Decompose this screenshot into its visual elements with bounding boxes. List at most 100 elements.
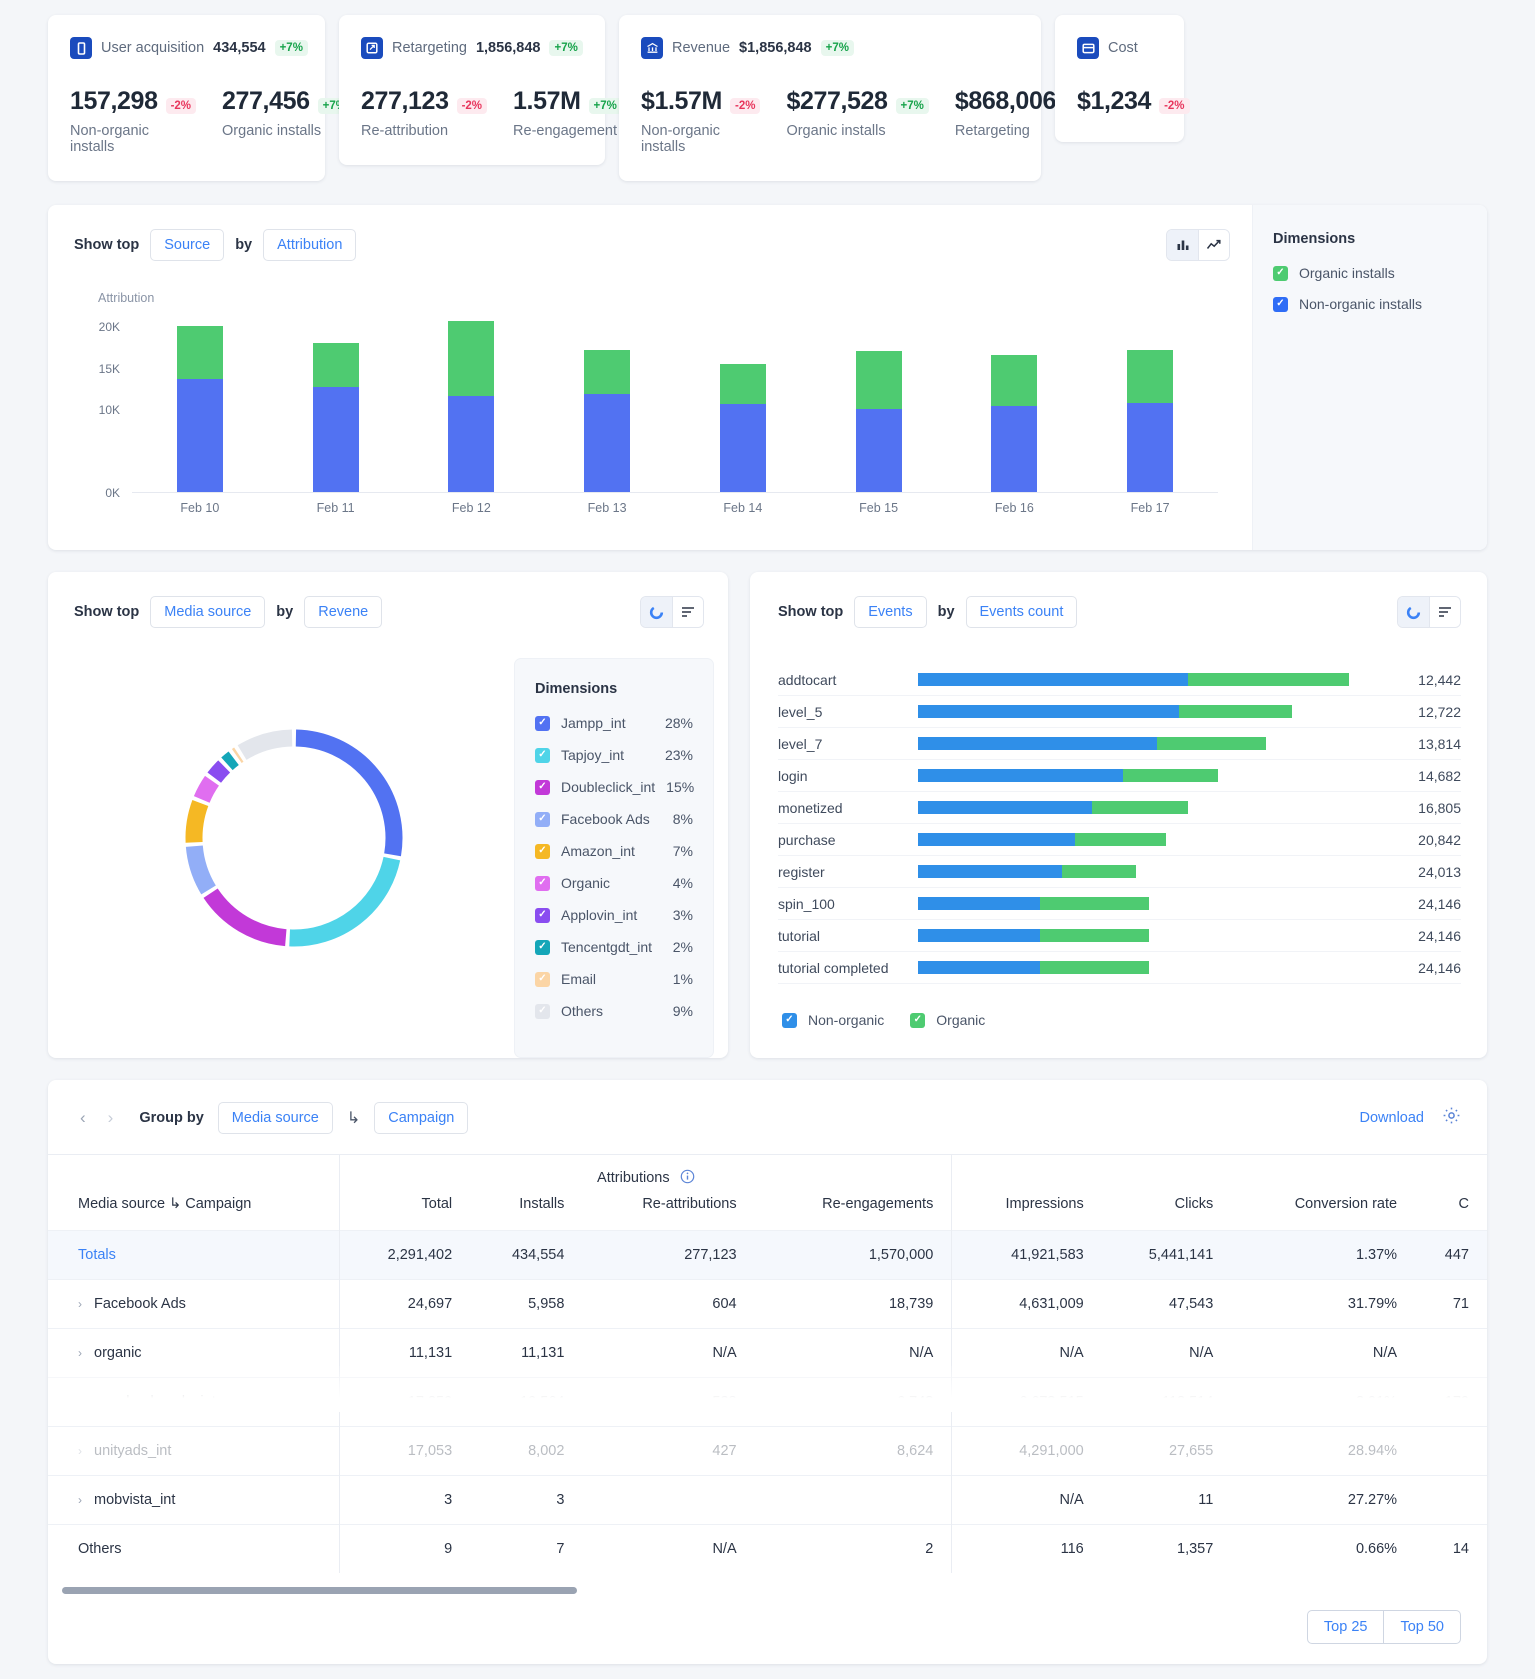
donut-segment[interactable] <box>211 893 286 937</box>
table-row[interactable]: ›googleadwords_int17,85010,5645386,7486,… <box>48 1378 1487 1427</box>
bar-segment-organic[interactable] <box>177 326 223 379</box>
bar-segment-non-organic[interactable] <box>177 379 223 492</box>
table-row[interactable]: ›mobvista_int33N/A1127.27% <box>48 1476 1487 1525</box>
event-bar-non-organic[interactable] <box>918 769 1123 782</box>
group-by-media-source-button[interactable]: Media source <box>218 1102 333 1134</box>
chevron-right-icon[interactable]: › <box>78 1444 82 1458</box>
event-row[interactable]: register24,013 <box>778 856 1461 888</box>
event-bar-organic[interactable] <box>1075 833 1166 846</box>
checkbox-icon[interactable]: ✓ <box>1273 297 1288 312</box>
bar-column[interactable] <box>313 319 359 492</box>
donut-segment[interactable] <box>194 846 208 890</box>
table-cell-name[interactable]: ›mobvista_int <box>48 1476 340 1525</box>
column-header-media-source[interactable]: Media source ↳ Campaign <box>48 1155 340 1231</box>
dimension-selector-source[interactable]: Source <box>150 229 224 261</box>
chevron-right-icon[interactable]: › <box>104 1108 118 1128</box>
donut-segment[interactable] <box>202 781 212 800</box>
event-bar-organic[interactable] <box>1062 865 1136 878</box>
horizontal-scrollbar-track[interactable] <box>48 1587 1487 1596</box>
table-cell-name[interactable]: ›unityads_int <box>48 1427 340 1476</box>
event-bar-non-organic[interactable] <box>918 737 1157 750</box>
event-bar-organic[interactable] <box>1157 737 1266 750</box>
media-legend-item[interactable]: ✓Doubleclick_int15% <box>535 779 693 795</box>
column-header-impressions[interactable]: Impressions <box>952 1196 1102 1231</box>
media-legend-item[interactable]: ✓Tapjoy_int23% <box>535 747 693 763</box>
event-bar-organic[interactable] <box>1123 769 1219 782</box>
bar-column[interactable] <box>856 319 902 492</box>
event-bar-non-organic[interactable] <box>918 705 1179 718</box>
event-row[interactable]: purchase20,842 <box>778 824 1461 856</box>
dimension-toggle-non-organic-installs[interactable]: ✓ Non-organic installs <box>1273 296 1467 312</box>
media-legend-item[interactable]: ✓Facebook Ads8% <box>535 811 693 827</box>
top-50-button[interactable]: Top 50 <box>1384 1610 1461 1644</box>
column-header-cost[interactable]: C <box>1415 1196 1487 1231</box>
chevron-right-icon[interactable]: › <box>78 1346 82 1360</box>
checkbox-icon[interactable]: ✓ <box>1273 266 1288 281</box>
download-link[interactable]: Download <box>1360 1110 1425 1126</box>
bar-segment-organic[interactable] <box>720 364 766 404</box>
table-row[interactable]: Totals2,291,402434,554277,1231,570,00041… <box>48 1231 1487 1280</box>
checkbox-icon[interactable]: ✓ <box>535 812 550 827</box>
bar-column[interactable] <box>177 319 223 492</box>
metric-selector-revenue[interactable]: Revene <box>304 596 382 628</box>
checkbox-icon[interactable]: ✓ <box>535 972 550 987</box>
checkbox-icon[interactable]: ✓ <box>535 716 550 731</box>
event-row[interactable]: tutorial24,146 <box>778 920 1461 952</box>
events-legend-non-organic[interactable]: ✓ Non-organic <box>782 1012 884 1028</box>
top-25-button[interactable]: Top 25 <box>1307 1610 1385 1644</box>
event-row[interactable]: addtocart12,442 <box>778 664 1461 696</box>
chevron-right-icon[interactable]: › <box>78 1297 82 1311</box>
bar-segment-non-organic[interactable] <box>448 396 494 492</box>
donut-segment[interactable] <box>214 766 224 777</box>
column-header-installs[interactable]: Installs <box>470 1196 582 1231</box>
group-by-campaign-button[interactable]: Campaign <box>374 1102 468 1134</box>
bar-chart-icon[interactable] <box>1167 230 1198 260</box>
metric-selector-attribution[interactable]: Attribution <box>263 229 356 261</box>
metric-selector-events-count[interactable]: Events count <box>966 596 1078 628</box>
event-row[interactable]: tutorial completed24,146 <box>778 952 1461 984</box>
donut-segment[interactable] <box>296 738 394 855</box>
table-cell-name[interactable]: ›organic <box>48 1329 340 1378</box>
event-row[interactable]: spin_10024,146 <box>778 888 1461 920</box>
dimension-toggle-organic-installs[interactable]: ✓ Organic installs <box>1273 265 1467 281</box>
event-row[interactable]: monetized16,805 <box>778 792 1461 824</box>
event-bar-organic[interactable] <box>1092 801 1188 814</box>
event-bar-non-organic[interactable] <box>918 833 1075 846</box>
event-row[interactable]: login14,682 <box>778 760 1461 792</box>
column-header-total[interactable]: Total <box>340 1196 470 1231</box>
event-bar-non-organic[interactable] <box>918 801 1092 814</box>
donut-segment[interactable] <box>194 803 200 842</box>
checkbox-icon[interactable]: ✓ <box>910 1013 925 1028</box>
bar-segment-non-organic[interactable] <box>1127 403 1173 492</box>
bar-segment-non-organic[interactable] <box>313 387 359 492</box>
column-header-re-engagements[interactable]: Re-engagements <box>755 1196 952 1231</box>
list-icon[interactable] <box>1429 597 1460 627</box>
event-bar-non-organic[interactable] <box>918 673 1188 686</box>
checkbox-icon[interactable]: ✓ <box>535 908 550 923</box>
bar-segment-organic[interactable] <box>1127 350 1173 402</box>
media-legend-item[interactable]: ✓Others9% <box>535 1003 693 1019</box>
table-row[interactable]: ›unityads_int17,0538,0024278,6244,291,00… <box>48 1427 1487 1476</box>
chevron-right-icon[interactable]: › <box>78 1395 82 1409</box>
bar-column[interactable] <box>991 319 1037 492</box>
column-header-clicks[interactable]: Clicks <box>1102 1196 1232 1231</box>
checkbox-icon[interactable]: ✓ <box>535 844 550 859</box>
media-legend-item[interactable]: ✓Tencentgdt_int2% <box>535 939 693 955</box>
donut-chart-icon[interactable] <box>1398 597 1429 627</box>
media-legend-item[interactable]: ✓Applovin_int3% <box>535 907 693 923</box>
bar-segment-organic[interactable] <box>313 343 359 387</box>
media-legend-item[interactable]: ✓Amazon_int7% <box>535 843 693 859</box>
bar-segment-non-organic[interactable] <box>584 394 630 492</box>
bar-column[interactable] <box>720 319 766 492</box>
donut-segment[interactable] <box>290 859 392 938</box>
donut-segment[interactable] <box>227 758 234 764</box>
bar-column[interactable] <box>448 319 494 492</box>
table-row[interactable]: ›Facebook Ads24,6975,95860418,7394,631,0… <box>48 1280 1487 1329</box>
checkbox-icon[interactable]: ✓ <box>535 876 550 891</box>
checkbox-icon[interactable]: ✓ <box>535 748 550 763</box>
donut-segment[interactable] <box>242 738 292 753</box>
media-legend-item[interactable]: ✓Email1% <box>535 971 693 987</box>
checkbox-icon[interactable]: ✓ <box>782 1013 797 1028</box>
bar-segment-non-organic[interactable] <box>991 406 1037 492</box>
table-cell-name[interactable]: Totals <box>48 1231 340 1280</box>
